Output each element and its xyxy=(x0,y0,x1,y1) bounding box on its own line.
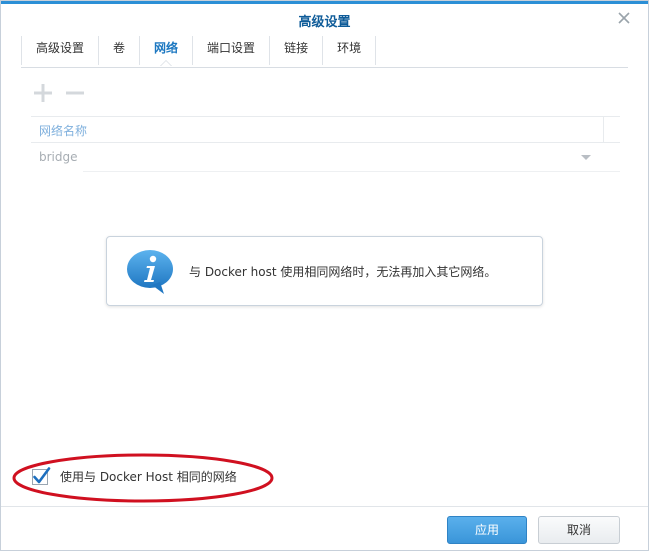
info-message-box: 与 Docker host 使用相同网络时，无法再加入其它网络。 xyxy=(106,236,543,306)
active-tab-indicator xyxy=(160,60,173,66)
host-network-option[interactable]: 使用与 Docker Host 相同的网络 xyxy=(31,466,237,486)
tab-links[interactable]: 链接 xyxy=(270,36,324,65)
close-icon[interactable] xyxy=(616,10,632,26)
tab-network[interactable]: 网络 xyxy=(140,36,194,66)
host-network-checkbox[interactable] xyxy=(31,466,51,486)
chevron-down-icon[interactable] xyxy=(581,155,591,160)
dialog-top-accent-bar xyxy=(1,1,648,4)
minus-icon xyxy=(66,91,84,95)
cancel-button[interactable]: 取消 xyxy=(538,516,620,544)
plus-icon xyxy=(34,84,52,102)
dialog-title: 高级设置 xyxy=(298,15,351,30)
grid-top-border xyxy=(31,116,620,117)
tab-volume[interactable]: 卷 xyxy=(99,36,141,65)
footer-divider xyxy=(1,506,648,507)
apply-button[interactable]: 应用 xyxy=(447,516,527,544)
info-icon xyxy=(126,249,174,295)
checkmark-icon xyxy=(32,467,51,485)
remove-network-button[interactable] xyxy=(63,81,87,105)
add-network-button[interactable] xyxy=(31,81,55,105)
host-network-label: 使用与 Docker Host 相同的网络 xyxy=(60,469,237,484)
network-row-name: bridge xyxy=(39,150,78,164)
tab-bar: 高级设置 卷 网络 端口设置 链接 环境 xyxy=(21,36,377,66)
tab-advanced-settings[interactable]: 高级设置 xyxy=(21,36,100,65)
network-name-column-header: 网络名称 xyxy=(39,124,88,138)
network-select-underline xyxy=(83,171,620,172)
info-message-text: 与 Docker host 使用相同网络时，无法再加入其它网络。 xyxy=(189,265,497,279)
advanced-settings-dialog: 高级设置 高级设置 卷 网络 端口设置 链接 环境 网络名称 bridge 与 … xyxy=(0,0,649,551)
tab-port-settings[interactable]: 端口设置 xyxy=(193,36,271,65)
network-toolbar xyxy=(31,81,87,105)
grid-column-divider xyxy=(603,117,604,142)
tab-environment[interactable]: 环境 xyxy=(323,36,377,65)
grid-header-border xyxy=(31,142,620,143)
tab-divider xyxy=(21,67,628,68)
